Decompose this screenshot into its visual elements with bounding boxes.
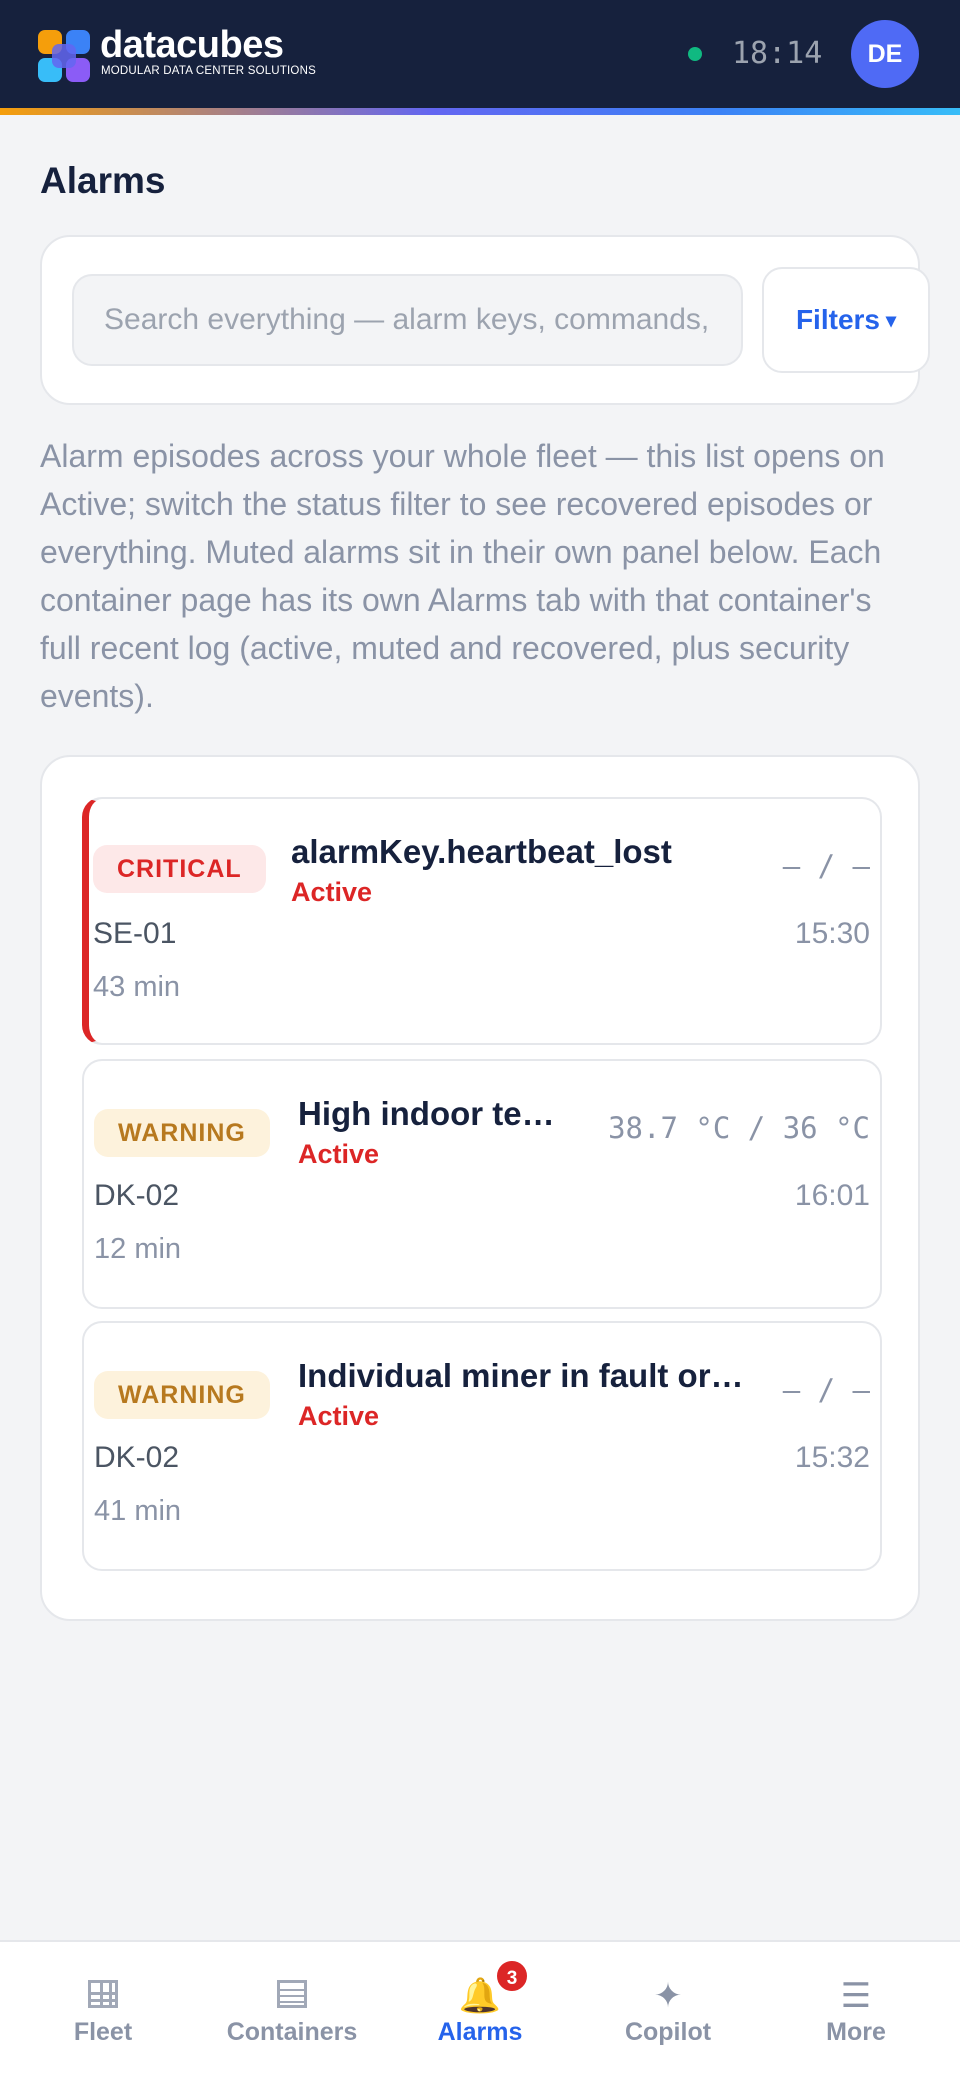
alarm-card[interactable]: WARNING Individual miner in fault or off… (82, 1321, 882, 1571)
connection-status-dot (688, 47, 702, 61)
clock: 18:14 (732, 36, 823, 71)
grid-icon (7, 1976, 199, 2017)
severity-badge: CRITICAL (93, 845, 266, 893)
alarm-container-id: DK-02 (94, 1179, 180, 1212)
bottom-nav: Fleet Containers 🔔 3 Alarms ✦ Copilot ☰ … (0, 1940, 960, 2078)
alarm-container-id: DK-02 (94, 1441, 180, 1474)
alarm-card[interactable]: CRITICAL alarmKey.heartbeat_lost Active … (82, 797, 882, 1045)
alarm-status: Active (298, 1139, 380, 1169)
severity-badge: WARNING (94, 1371, 270, 1419)
user-avatar[interactable]: DE (851, 20, 919, 88)
alarm-title: High indoor temperature (298, 1095, 560, 1132)
search-input[interactable] (72, 274, 743, 366)
alarm-time: 15:32 (794, 1441, 870, 1474)
nav-label: More (826, 2018, 886, 2046)
alarm-reading: – / – (782, 849, 870, 883)
nav-label: Containers (226, 2018, 358, 2046)
brand-name: datacubes (100, 24, 284, 66)
header-accent-bar (0, 108, 960, 115)
bell-icon: 🔔 (458, 1977, 502, 2015)
filters-label: Filters (795, 304, 880, 335)
alarm-list: CRITICAL alarmKey.heartbeat_lost Active … (40, 755, 920, 1621)
alarm-duration: 41 min (94, 1495, 182, 1527)
nav-label: Alarms (437, 2018, 523, 2046)
nav-label: Copilot (624, 2018, 712, 2046)
alarm-card[interactable]: WARNING High indoor temperature Active 3… (82, 1059, 882, 1309)
alarm-duration: 43 min (93, 971, 181, 1003)
chevron-down-icon: ▾ (885, 309, 897, 332)
page-title: Alarms (40, 160, 166, 201)
alarm-time: 15:30 (794, 917, 870, 950)
search-card: Filters ▾ (40, 235, 930, 405)
nav-item-fleet[interactable]: Fleet (7, 1942, 199, 2078)
alarm-status: Active (298, 1401, 380, 1431)
alarm-reading: – / – (782, 1373, 870, 1407)
alarm-reading: 38.7 °C / 36 °C (608, 1111, 870, 1145)
app-header: datacubes MODULAR DATA CENTER SOLUTIONS … (0, 0, 960, 108)
alarm-status: Active (291, 877, 373, 907)
filters-button[interactable]: Filters ▾ (762, 267, 930, 373)
list-icon (196, 1976, 388, 2017)
nav-label: Fleet (73, 2018, 133, 2046)
alarm-time: 16:01 (794, 1179, 870, 1212)
alarm-duration: 12 min (94, 1233, 182, 1265)
page-description: Alarm episodes across your whole fleet —… (40, 438, 885, 714)
alarm-count-badge: 3 (494, 1958, 530, 1994)
nav-item-containers[interactable]: Containers (196, 1942, 388, 2078)
nav-item-alarms[interactable]: 🔔 3 Alarms (384, 1942, 576, 2078)
sparkle-icon: ✦ (653, 1977, 683, 2015)
brand-tagline: MODULAR DATA CENTER SOLUTIONS (101, 65, 316, 77)
datacubes-logo-icon (38, 30, 90, 82)
menu-icon: ☰ (840, 1977, 872, 2015)
severity-badge: WARNING (94, 1109, 270, 1157)
nav-item-more[interactable]: ☰ More (760, 1942, 952, 2078)
alarm-container-id: SE-01 (93, 917, 177, 950)
alarm-title: alarmKey.heartbeat_lost (291, 833, 672, 870)
nav-item-copilot[interactable]: ✦ Copilot (572, 1942, 764, 2078)
alarm-title: Individual miner in fault or offline (298, 1357, 748, 1394)
